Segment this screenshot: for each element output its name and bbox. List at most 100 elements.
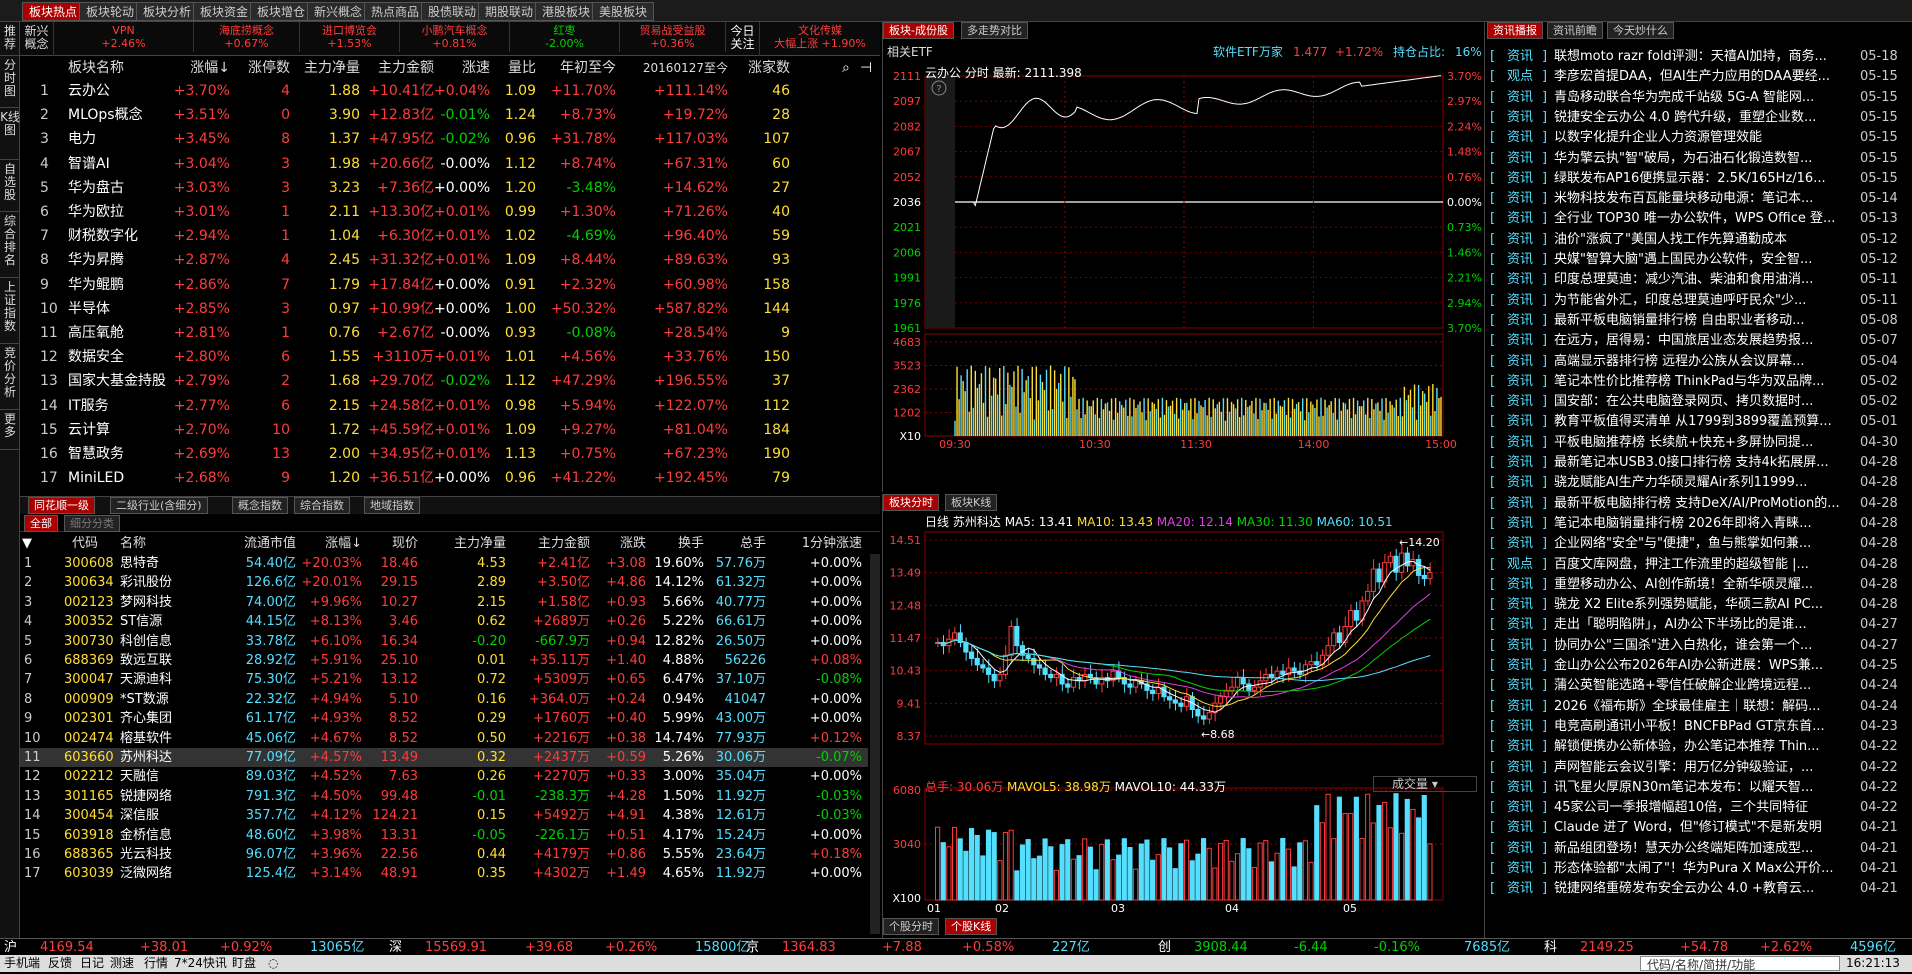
tab-block-increase[interactable]: 板块增仓 — [250, 2, 313, 21]
news-item[interactable]: [资讯] 骁龙 X2 Elite系列强势赋能，华硕三款AI PC... 04-28 — [1486, 594, 1912, 615]
news-item[interactable]: [资讯] 讯飞星火厚原N30m笔记本发布：以耀天智... 04-22 — [1486, 777, 1912, 798]
tab-futures-stock[interactable]: 期股联动 — [478, 2, 541, 21]
header-volratio[interactable]: 量比 — [490, 57, 536, 79]
header-stock-amount[interactable]: 主力金额 — [506, 534, 590, 554]
status-speedtest[interactable]: 测速 — [110, 955, 134, 972]
tab-hk-blocks[interactable]: 港股板块 — [535, 2, 598, 21]
kline-chart[interactable]: 14.51 13.49 12.48 11.47 10.43 9.41 8.37 ←14.20 ←… — [883, 530, 1485, 920]
table-row[interactable]: 7 300047 天源迪科 75.30亿 +5.21% 13.12 0.72 +5309万 +0… — [20, 670, 868, 689]
table-row[interactable]: 2 300634 彩讯股份 126.6亿 +20.01% 29.15 2.89 +3.50亿 +… — [20, 573, 868, 592]
intraday-chart[interactable]: 2111 3.70% 2097 2.97% 2082 2.24% 2067 1.48% 2052… — [883, 62, 1485, 492]
chat-icon[interactable]: ◌ — [268, 955, 278, 972]
table-row[interactable]: 11 高压氧舱 +2.81% 1 0.76 +2.67亿 -0.00% 0.93 -0.08% +… — [20, 321, 880, 345]
tab-ths-level1[interactable]: 同花顺一级 — [28, 497, 95, 514]
news-item[interactable]: [资讯] 印度总理莫迪：减少汽油、柴油和食用油消... 05-11 — [1486, 269, 1912, 290]
tab-hot-blocks[interactable]: 板块热点 — [22, 2, 85, 21]
table-row[interactable]: 8 000909 *ST数源 22.32亿 +4.94% 5.10 0.16 +364.0万 +… — [20, 690, 868, 709]
sector-item[interactable]: 海底捞概念 +0.67% — [194, 22, 300, 52]
tab-hot-commodities[interactable]: 热点商品 — [364, 2, 427, 21]
header-since[interactable]: 20160127至今 — [616, 57, 728, 79]
status-mobile[interactable]: 手机端 — [4, 955, 40, 972]
news-item[interactable]: [资讯] 骁龙赋能AI生产力华硕灵耀Air系列11999... 04-28 — [1486, 472, 1912, 493]
side-sh-index[interactable]: 上证指数 — [0, 278, 20, 344]
header-turnover[interactable]: 换手 — [646, 534, 704, 554]
news-item[interactable]: [观点] 李彦宏首提DAA，但AI生产力应用的DAA要经... 05-15 — [1486, 66, 1912, 87]
news-item[interactable]: [资讯] 教育平板值得买清单 从1799到3899覆盖预算... 05-01 — [1486, 411, 1912, 432]
news-item[interactable]: [资讯] 联想moto razr fold评测：天禧AI加持，商务... 05-18 — [1486, 46, 1912, 67]
news-item[interactable]: [观点] 百度文库网盘，押注工作流里的超级智能 |... 04-28 — [1486, 554, 1912, 575]
sector-item[interactable]: 红枣 -2.00% — [510, 22, 620, 52]
tab-trend-compare[interactable]: 多走势对比 — [961, 22, 1028, 39]
news-item[interactable]: [资讯] 绿联发布AP16便携显示器：2.5K/165Hz/16... 05-15 — [1486, 168, 1912, 189]
table-row[interactable]: 17 MiniLED +2.68% 9 1.20 +36.51亿 +0.00% 0.96 +41… — [20, 466, 880, 490]
tab-concept-index[interactable]: 概念指数 — [232, 497, 288, 514]
header-price[interactable]: 现价 — [362, 534, 418, 554]
news-item[interactable]: [资讯] 最新平板电脑排行榜 支持DeX/AI/ProMotion的... 04-2… — [1486, 493, 1912, 514]
side-watchlist[interactable]: 自选股 — [0, 160, 20, 212]
table-row[interactable]: 3 电力 +3.45% 8 1.37 +47.95亿 -0.02% 0.96 +31.78% +1… — [20, 127, 880, 151]
tab-us-blocks[interactable]: 美股板块 — [592, 2, 655, 21]
table-row[interactable]: 4 智谱AI +3.04% 3 1.98 +20.66亿 -0.00% 1.12 +8.74% +… — [20, 152, 880, 176]
news-item[interactable]: [资讯] 电竞高刷通讯小平板！BNCFBPad GT京东首... 04-23 — [1486, 716, 1912, 737]
header-name[interactable]: 板块名称 — [68, 57, 124, 79]
table-row[interactable]: 10 半导体 +2.85% 3 0.97 +10.99亿 +0.00% 1.00 +50.32%… — [20, 297, 880, 321]
news-item[interactable]: [资讯] 协同办公"三国杀"进入白热化，谁会第一个... 04-27 — [1486, 635, 1912, 656]
news-item[interactable]: [资讯] 全行业 TOP30 唯一办公软件，WPS Office 登... 05-1… — [1486, 208, 1912, 229]
table-row[interactable]: 2 MLOps概念 +3.51% 0 3.90 +12.83亿 -0.01% 1.24 +8.7… — [20, 103, 880, 127]
status-diary[interactable]: 日记 — [80, 955, 104, 972]
news-item[interactable]: [资讯] 最新笔记本USB3.0接口排行榜 支持4k拓展屏... 04-28 — [1486, 452, 1912, 473]
news-item[interactable]: [资讯] 平板电脑推荐榜 长续航+快充+多屏协同提... 04-30 — [1486, 432, 1912, 453]
tab-block-intraday[interactable]: 板块分时 — [883, 494, 939, 511]
header-stock-net[interactable]: 主力净量 — [418, 534, 506, 554]
tab-block-kline[interactable]: 板块K线 — [945, 494, 998, 511]
side-kline[interactable]: K线图 — [0, 108, 20, 160]
news-item[interactable]: [资讯] 解锁便携办公新体验，办公笔记本推荐 Thin... 04-22 — [1486, 736, 1912, 757]
news-item[interactable]: [资讯] 45家公司一季报增幅超10倍，三个共同特征 04-22 — [1486, 797, 1912, 818]
table-row[interactable]: 1 300608 思特奇 54.40亿 +20.03% 18.46 4.53 +2.41亿 +3… — [20, 554, 868, 573]
news-item[interactable]: [资讯] 央媒"智算大脑"遇上国民办公软件，安全智... 05-12 — [1486, 249, 1912, 270]
news-item[interactable]: [资讯] 华为擎云执"智"破局，为石油石化锻造数智... 05-15 — [1486, 148, 1912, 169]
table-row[interactable]: 8 华为昇腾 +2.87% 4 2.45 +31.32亿 +0.01% 1.09 +8.44% +… — [20, 248, 880, 272]
news-item[interactable]: [资讯] 新品组团登场！慧天办公终端矩阵加速成型... 04-21 — [1486, 838, 1912, 859]
header-float-cap[interactable]: 流通市值 — [200, 534, 296, 554]
sector-item[interactable]: 小鹏汽车概念 +0.81% — [400, 22, 510, 52]
news-item[interactable]: [资讯] 以数字化提升企业人力资源管理效能 05-15 — [1486, 127, 1912, 148]
sector-item[interactable]: 进口博览会 +1.53% — [300, 22, 400, 52]
filter-icon[interactable]: ▼ — [22, 534, 32, 554]
table-row[interactable]: 17 603039 泛微网络 125.4亿 +3.14% 48.91 0.35 +4302万 +… — [20, 864, 868, 883]
table-row[interactable]: 14 300454 深信服 357.7亿 +4.12% 124.21 0.15 +5492万 +… — [20, 806, 868, 825]
table-row[interactable]: 11 603660 苏州科达 77.09亿 +4.57% 13.49 0.32 +2437万 +… — [20, 748, 868, 767]
today-focus-label[interactable]: 今日关注 — [726, 22, 760, 56]
table-row[interactable]: 13 国家大基金持股 +2.79% 2 1.68 +29.70亿 -0.02% 1.12 +47… — [20, 369, 880, 393]
table-row[interactable]: 7 财税数字化 +2.94% 1 1.04 +6.30亿 +0.01% 1.02 -4.69% +… — [20, 224, 880, 248]
table-row[interactable]: 15 云计算 +2.70% 10 1.72 +45.59亿 +0.01% 1.09 +9.27%… — [20, 418, 880, 442]
pin-icon[interactable]: ⊣ — [860, 57, 872, 79]
header-limit[interactable]: 涨停数 — [230, 57, 290, 79]
news-item[interactable]: [资讯] 锐捷安全云办公 4.0 跨代升级，重塑企业数... 05-15 — [1486, 107, 1912, 128]
table-row[interactable]: 16 688365 光云科技 96.07亿 +3.96% 22.56 0.44 +4179万 +… — [20, 845, 868, 864]
header-code[interactable]: 代码 — [72, 534, 98, 554]
news-item[interactable]: [资讯] 最新平板电脑销量排行榜 自由职业者移动... 05-08 — [1486, 310, 1912, 331]
header-stock-name[interactable]: 名称 — [120, 534, 146, 554]
sector-item[interactable]: 贸易战受益股 +0.36% — [620, 22, 726, 52]
news-item[interactable]: [资讯] 2026《福布斯》全球最佳雇主｜联想：解码... 04-24 — [1486, 696, 1912, 717]
sector-item[interactable]: VPN +2.46% — [54, 22, 194, 52]
table-row[interactable]: 12 002212 天融信 89.03亿 +4.52% 7.63 0.26 +2270万 +0.… — [20, 767, 868, 786]
status-watch[interactable]: 盯盘 — [232, 955, 256, 972]
tab-block-funds[interactable]: 板块资金 — [193, 2, 256, 21]
header-volume[interactable]: 总手 — [704, 534, 766, 554]
news-item[interactable]: [资讯] 企业网络"安全"与"便捷"，鱼与熊掌如何兼... 04-28 — [1486, 533, 1912, 554]
status-feedback[interactable]: 反馈 — [48, 955, 72, 972]
status-flash[interactable]: 7*24快讯 — [174, 955, 227, 972]
table-row[interactable]: 15 603918 金桥信息 48.60亿 +3.98% 13.31 -0.05 -226.1… — [20, 826, 868, 845]
header-net[interactable]: 主力净量 — [290, 57, 360, 79]
vol-indicator-dropdown[interactable]: 成交量 ▾ — [1373, 776, 1477, 792]
tab-stock-bond[interactable]: 股债联动 — [421, 2, 484, 21]
side-ranking[interactable]: 综合排名 — [0, 212, 20, 278]
news-item[interactable]: [资讯] 蒲公英智能选路+零信任破解企业跨境远程... 04-24 — [1486, 675, 1912, 696]
news-item[interactable]: [资讯] 重塑移动办公、AI创作新境！全新华硕灵耀... 04-28 — [1486, 574, 1912, 595]
tab-stock-intraday[interactable]: 个股分时 — [883, 918, 939, 935]
table-row[interactable]: 16 智慧政务 +2.69% 13 2.00 +34.95亿 +0.01% 1.13 +0.75… — [20, 442, 880, 466]
status-quotes[interactable]: 行情 — [144, 955, 168, 972]
tab-today-topics[interactable]: 今天炒什么 — [1607, 22, 1674, 39]
